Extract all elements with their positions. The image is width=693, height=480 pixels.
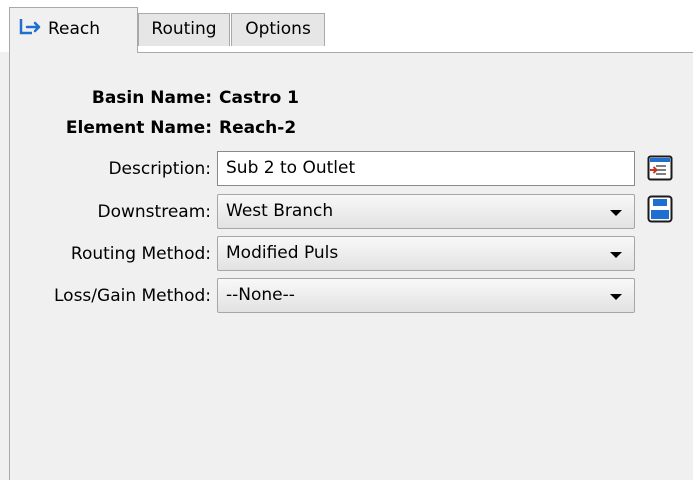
description-editor-icon[interactable]: [647, 155, 673, 181]
description-field[interactable]: Sub 2 to Outlet: [217, 151, 635, 186]
chevron-down-icon: [610, 252, 622, 258]
select-element-icon[interactable]: [647, 195, 673, 223]
routing-method-select[interactable]: Modified Puls: [217, 236, 635, 271]
routing-method-value: Modified Puls: [226, 243, 339, 263]
loss-gain-method-select[interactable]: --None--: [217, 278, 635, 313]
tab-strip: Reach Routing Options: [0, 0, 693, 53]
downstream-label: Downstream:: [97, 202, 211, 222]
routing-method-label: Routing Method:: [70, 244, 211, 264]
loss-gain-method-label: Loss/Gain Method:: [54, 286, 211, 306]
tab-routing[interactable]: Routing: [138, 13, 230, 46]
tab-options[interactable]: Options: [231, 13, 325, 46]
element-name-value: Reach-2: [219, 118, 297, 138]
downstream-value: West Branch: [226, 201, 334, 221]
basin-name-label: Basin Name:: [91, 88, 212, 108]
basin-name-value: Castro 1: [219, 88, 300, 108]
element-name-label: Element Name:: [65, 118, 212, 138]
chevron-down-icon: [610, 210, 622, 216]
reach-icon: [18, 11, 44, 35]
tab-reach-label: Reach: [48, 19, 101, 39]
reach-component-editor: Reach Routing Options Basin Name: Castro…: [0, 0, 693, 480]
loss-gain-method-value: --None--: [226, 285, 295, 305]
chevron-down-icon: [610, 294, 622, 300]
tab-options-label: Options: [245, 19, 311, 39]
tab-reach[interactable]: Reach: [9, 7, 138, 53]
tab-routing-label: Routing: [151, 19, 217, 39]
downstream-select[interactable]: West Branch: [217, 194, 635, 229]
description-label: Description:: [108, 159, 211, 179]
